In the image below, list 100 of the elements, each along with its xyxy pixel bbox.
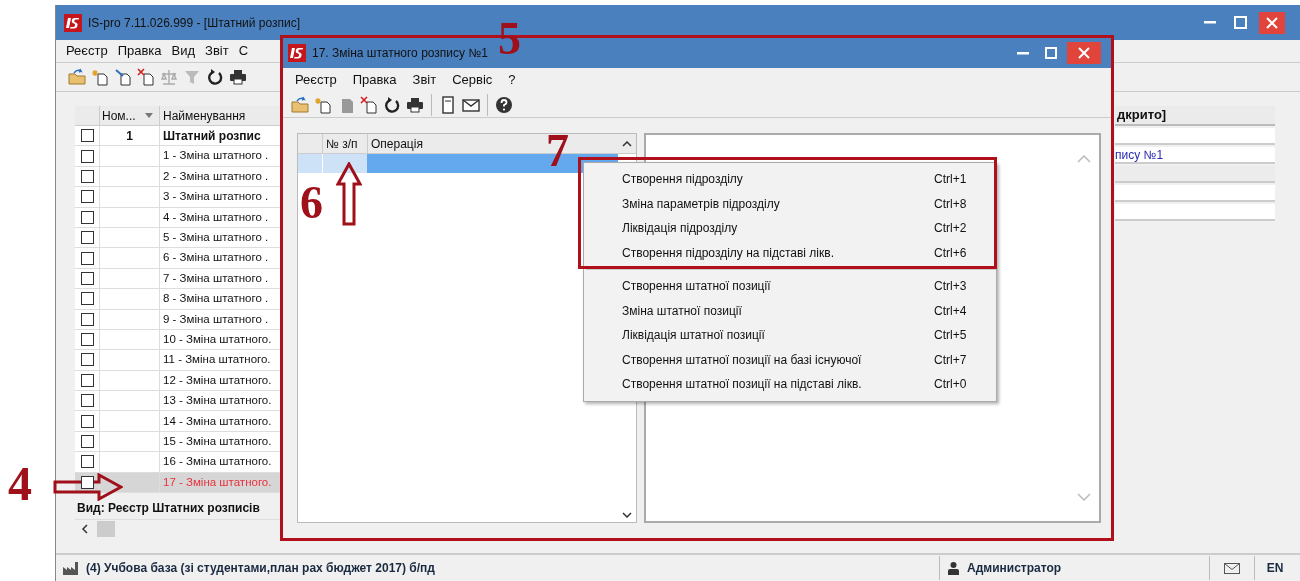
table-row[interactable]: 2 - Зміна штатного .: [75, 166, 281, 188]
menu-item[interactable]: Ліквідація штатної позиції Ctrl+5: [584, 323, 996, 348]
checkbox[interactable]: [80, 353, 94, 367]
table-row[interactable]: 10 - Зміна штатного.: [75, 329, 281, 351]
table-cell-text: 1: [126, 127, 133, 145]
table-row[interactable]: 5 - Зміна штатного .: [75, 227, 281, 249]
checkbox[interactable]: [80, 394, 94, 408]
table-row[interactable]: 15 - Зміна штатного.: [75, 431, 281, 453]
table-cell-text: пису №1: [1115, 146, 1164, 164]
checkbox[interactable]: [80, 475, 94, 489]
menu-item[interactable]: Звіт: [412, 70, 437, 90]
refresh-icon[interactable]: [206, 68, 224, 86]
table-row[interactable]: 16 - Зміна штатного.: [75, 452, 281, 473]
menu-item[interactable]: Вид: [171, 41, 196, 61]
table-cell-text: 8 - Зміна штатного .: [163, 291, 269, 307]
table-row[interactable]: 11 - Зміна штатного.: [75, 350, 281, 371]
checkbox[interactable]: [80, 333, 94, 347]
menu-item[interactable]: ?: [508, 70, 516, 90]
menu-item[interactable]: С: [238, 41, 249, 61]
folder-icon[interactable]: [68, 68, 86, 86]
checkbox[interactable]: [80, 312, 94, 326]
mail-icon[interactable]: [1224, 562, 1240, 574]
database-label: (4) Учбова база (зі студентами,план рах бюджет 2017) б/пд: [86, 560, 435, 577]
menu-item-label: Створення штатної позиції: [622, 278, 772, 296]
close-button[interactable]: [1067, 42, 1101, 64]
table-row[interactable]: 3 - Зміна штатного .: [75, 187, 281, 208]
table-row[interactable]: 8 - Зміна штатного .: [75, 289, 281, 310]
table-cell-text: 16 - Зміна штатного.: [163, 454, 272, 470]
table-row[interactable]: 12 - Зміна штатного.: [75, 370, 281, 392]
refresh-icon[interactable]: [383, 95, 401, 114]
field-row[interactable]: [1115, 185, 1275, 202]
menu-item[interactable]: Зміна штатної позиції Ctrl+4: [584, 298, 996, 323]
menu-item-label: Створення підрозділу на підставі лікв.: [622, 244, 835, 262]
shortcut-label: Ctrl+4: [934, 302, 968, 320]
checkbox[interactable]: [80, 210, 94, 224]
shortcut-label: Ctrl+8: [934, 195, 968, 213]
menu-item-label: Зміна параметрів підрозділу: [622, 195, 781, 213]
sort-arrow-icon: [145, 113, 153, 118]
checkbox[interactable]: [80, 292, 94, 306]
checkbox[interactable]: [80, 455, 94, 469]
close-button[interactable]: [1259, 11, 1285, 34]
dialog-title: 17. Зміна штатного розпису №1: [312, 45, 488, 62]
table-cell-text: 17 - Зміна штатного.: [163, 474, 272, 490]
printer-icon[interactable]: [229, 68, 247, 86]
table-row[interactable]: 9 - Зміна штатного .: [75, 309, 281, 330]
table-cell-text: 13 - Зміна штатного.: [163, 393, 272, 409]
printer-icon[interactable]: [406, 95, 424, 114]
document-icon[interactable]: [439, 95, 457, 114]
table-row[interactable]: 7 - Зміна штатного .: [75, 268, 281, 290]
checkbox[interactable]: [80, 129, 94, 143]
checkbox[interactable]: [80, 435, 94, 449]
menu-item[interactable]: Правка: [117, 41, 162, 61]
edit-document-icon[interactable]: [114, 68, 132, 86]
new-document-icon[interactable]: [314, 95, 332, 114]
language-indicator[interactable]: EN: [1255, 559, 1295, 577]
menu-item[interactable]: Правка: [352, 70, 397, 90]
table-cell-text: 6 - Зміна штатного .: [163, 250, 269, 266]
help-icon[interactable]: [495, 95, 513, 114]
table-row[interactable]: 1 Штатний розпис: [75, 126, 281, 147]
shortcut-label: Ctrl+6: [934, 244, 968, 262]
checkbox[interactable]: [80, 373, 94, 387]
checkbox[interactable]: [80, 271, 94, 285]
menu-item[interactable]: Сервіс: [452, 70, 493, 90]
checkbox[interactable]: [80, 414, 94, 428]
scroll-thumb[interactable]: [97, 520, 115, 537]
new-document-icon[interactable]: [91, 68, 109, 86]
shortcut-label: Ctrl+2: [934, 220, 968, 238]
delete-document-icon[interactable]: [137, 68, 155, 86]
menu-item[interactable]: Звіт: [205, 41, 229, 61]
scroll-down-icon[interactable]: [622, 512, 632, 518]
table-row[interactable]: 4 - Зміна штатного .: [75, 207, 281, 228]
menu-item[interactable]: Реєстр: [295, 70, 337, 90]
shortcut-label: Ctrl+5: [934, 327, 968, 345]
scroll-left-icon[interactable]: [81, 523, 89, 534]
table-row[interactable]: 1 - Зміна штатного .: [75, 146, 281, 167]
field-row[interactable]: [1115, 128, 1275, 145]
table-row[interactable]: 14 - Зміна штатного.: [75, 411, 281, 432]
menu-item-label: Зміна штатної позиції: [622, 302, 743, 320]
checkbox[interactable]: [80, 251, 94, 265]
table-cell-text: 12 - Зміна штатного.: [163, 372, 272, 388]
folder-icon[interactable]: [291, 95, 309, 114]
right-arrow-icon: [53, 473, 123, 501]
field-row[interactable]: [1115, 204, 1275, 221]
table-row[interactable]: 6 - Зміна штатного .: [75, 248, 281, 269]
window-title: IS-pro 7.11.026.999 - [Штатний розпис]: [88, 14, 301, 32]
checkbox[interactable]: [80, 149, 94, 163]
menu-item[interactable]: Створення штатної позиції Ctrl+3: [584, 274, 996, 299]
table-cell-text: 4 - Зміна штатного .: [163, 209, 269, 225]
checkbox[interactable]: [80, 169, 94, 183]
user-name: Администратор: [967, 560, 1062, 577]
menu-item[interactable]: Створення штатної позиції на підставі лікв. Ctrl+0: [584, 372, 996, 397]
menu-item[interactable]: Створення штатної позиції на базі існуючої Ctrl+7: [584, 347, 996, 372]
menu-item[interactable]: Реєстр: [66, 41, 108, 61]
maximize-icon: [1045, 47, 1057, 59]
table-row[interactable]: 13 - Зміна штатного.: [75, 391, 281, 412]
checkbox[interactable]: [80, 231, 94, 245]
checkbox[interactable]: [80, 190, 94, 204]
column-header[interactable]: № з/п: [322, 134, 367, 153]
field-row[interactable]: пису №1: [1115, 147, 1275, 164]
delete-document-icon[interactable]: [360, 95, 378, 114]
